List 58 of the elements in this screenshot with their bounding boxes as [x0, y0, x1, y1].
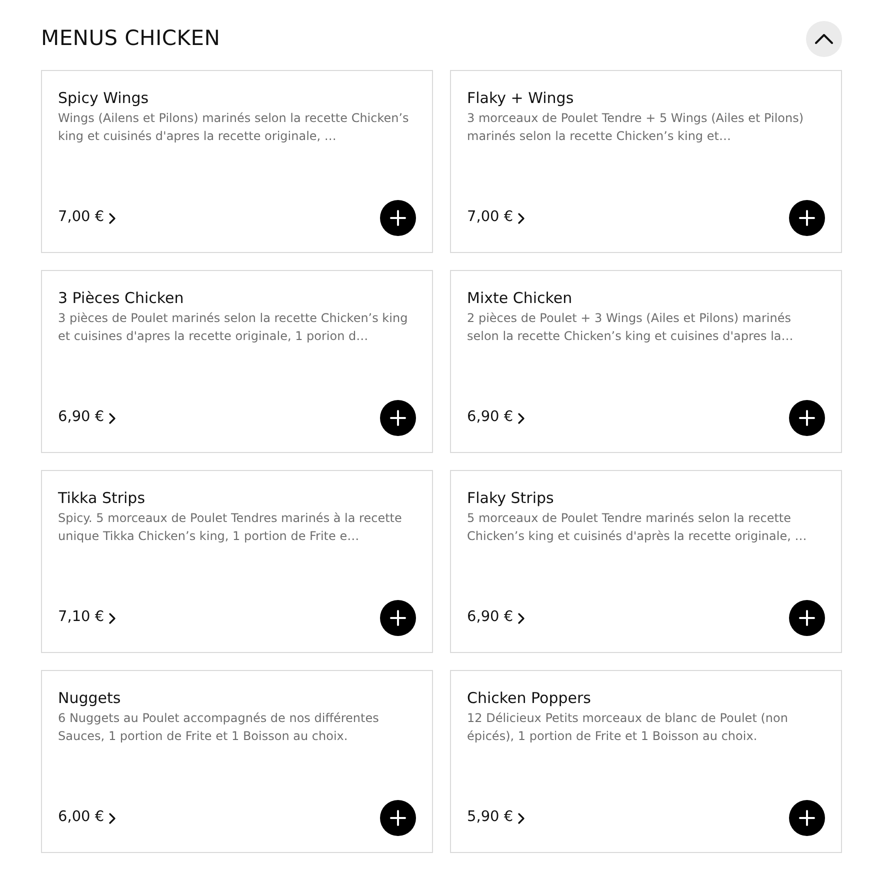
add-button[interactable]: [380, 600, 416, 636]
plus-icon: [390, 810, 406, 826]
item-description: 12 Délicieux Petits morceaux de blanc de Poulet (non épicés), 1 portion de Frite et 1 Boisson au choix.: [467, 710, 789, 745]
item-price: 6,90 €: [467, 408, 514, 428]
plus-icon: [390, 410, 406, 426]
item-name: Mixte Chicken: [467, 288, 574, 308]
menu-item-card[interactable]: Mixte Chicken 2 pièces de Poulet + 3 Wings (Ailes et Pilons) marinés selon la recette Chicken’s king et cuisines d'apres la… 6,90 €: [450, 270, 842, 453]
menu-item-card[interactable]: Nuggets 6 Nuggets au Poulet accompagnés de nos différentes Sauces, 1 portion de Frite et 1 Boisson au choix. 6,00 €: [41, 670, 433, 853]
plus-icon: [799, 810, 815, 826]
menu-item-card[interactable]: Tikka Strips Spicy. 5 morceaux de Poulet Tendres marinés à la recette unique Tikka Chicken’s king, 1 portion de Frite e… 7,10 €: [41, 470, 433, 653]
item-price: 7,10 €: [58, 608, 104, 628]
add-button[interactable]: [380, 400, 416, 436]
plus-icon: [799, 610, 815, 626]
plus-icon: [390, 610, 406, 626]
plus-icon: [799, 210, 815, 226]
item-name: Tikka Strips: [58, 488, 146, 508]
item-name: Spicy Wings: [58, 88, 150, 108]
add-button[interactable]: [380, 800, 416, 836]
chevron-right-icon: [518, 812, 526, 824]
item-description: 2 pièces de Poulet + 3 Wings (Ailes et Pilons) marinés selon la recette Chicken’s king et cuisines d'apres la…: [467, 310, 794, 345]
collapse-button[interactable]: [806, 21, 842, 57]
add-button[interactable]: [789, 400, 825, 436]
chevron-right-icon: [109, 812, 116, 824]
item-name: Flaky Strips: [467, 488, 555, 508]
add-button[interactable]: [789, 600, 825, 636]
item-price: 5,90 €: [467, 808, 514, 828]
item-description: Spicy. 5 morceaux de Poulet Tendres marinés à la recette unique Tikka Chicken’s king, 1 portion de Frite e…: [58, 510, 403, 545]
add-button[interactable]: [789, 200, 825, 236]
item-name: 3 Pièces Chicken: [58, 288, 185, 308]
chevron-right-icon: [518, 412, 526, 424]
chevron-right-icon: [518, 612, 526, 624]
item-description: 3 pièces de Poulet marinés selon la recette Chicken’s king et cuisines d'apres la recette originale, 1 porion d…: [58, 310, 409, 345]
item-description: 6 Nuggets au Poulet accompagnés de nos différentes Sauces, 1 portion de Frite et 1 Boisson au choix.: [58, 710, 380, 745]
item-price: 6,90 €: [58, 408, 104, 428]
menu-item-card[interactable]: Chicken Poppers 12 Délicieux Petits morceaux de blanc de Poulet (non épicés), 1 portion de Frite et 1 Boisson au choix. 5,90 €: [450, 670, 842, 853]
item-description: 5 morceaux de Poulet Tendre marinés selon la recette Chicken’s king et cuisinés d'après la recette originale, …: [467, 510, 808, 545]
section-title: MENUS CHICKEN: [41, 26, 220, 52]
item-description: 3 morceaux de Poulet Tendre + 5 Wings (Ailes et Pilons) marinés selon la recette Chicken’s king et…: [467, 110, 805, 145]
item-name: Nuggets: [58, 688, 122, 708]
item-description: Wings (Ailens et Pilons) marinés selon la recette Chicken’s king et cuisinés d'apres la recette originale, …: [58, 110, 410, 145]
chevron-right-icon: [109, 412, 116, 424]
plus-icon: [390, 210, 406, 226]
plus-icon: [799, 410, 815, 426]
chevron-right-icon: [518, 212, 526, 224]
item-price: 6,00 €: [58, 808, 104, 828]
add-button[interactable]: [380, 200, 416, 236]
menu-item-card[interactable]: 3 Pièces Chicken 3 pièces de Poulet marinés selon la recette Chicken’s king et cuisines d'apres la recette originale, 1 porion d… 6,90 €: [41, 270, 433, 453]
chevron-right-icon: [109, 212, 116, 224]
item-price: 6,90 €: [467, 608, 514, 628]
item-price: 7,00 €: [58, 208, 104, 228]
menu-item-card[interactable]: Spicy Wings Wings (Ailens et Pilons) marinés selon la recette Chicken’s king et cuisinés d'apres la recette originale, … 7,00 €: [41, 70, 433, 253]
menu-item-card[interactable]: Flaky Strips 5 morceaux de Poulet Tendre marinés selon la recette Chicken’s king et cuisinés d'après la recette originale, … 6,90 €: [450, 470, 842, 653]
item-name: Flaky + Wings: [467, 88, 575, 108]
add-button[interactable]: [789, 800, 825, 836]
chevron-right-icon: [109, 612, 116, 624]
item-name: Chicken Poppers: [467, 688, 592, 708]
menu-item-card[interactable]: Flaky + Wings 3 morceaux de Poulet Tendre + 5 Wings (Ailes et Pilons) marinés selon la recette Chicken’s king et… 7,00 €: [450, 70, 842, 253]
item-price: 7,00 €: [467, 208, 514, 228]
